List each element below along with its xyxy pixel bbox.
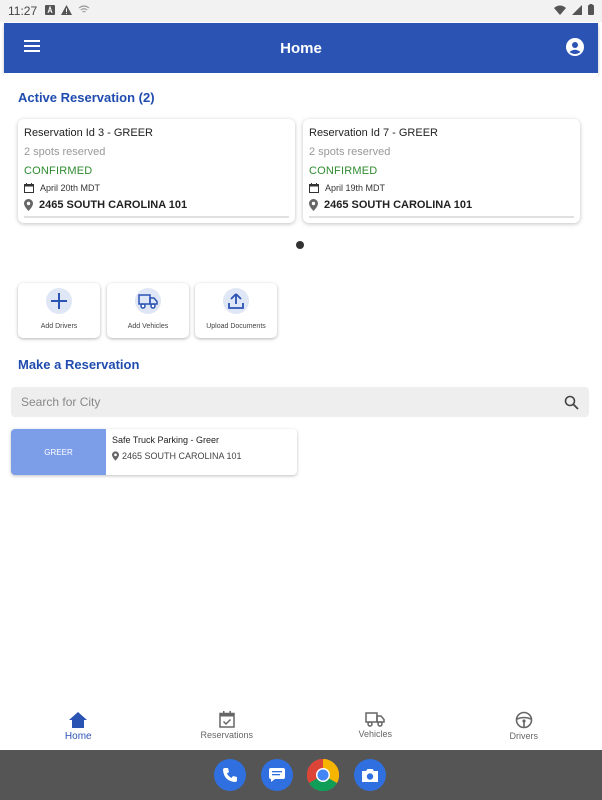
camera-icon <box>362 768 378 782</box>
truck-icon <box>365 712 385 727</box>
parking-result-card[interactable]: GREER Safe Truck Parking - Greer 2465 SO… <box>11 429 297 475</box>
page-title: Home <box>280 39 322 57</box>
add-drivers-label: Add Drivers <box>40 323 78 330</box>
parking-name: Safe Truck Parking - Greer <box>112 435 220 445</box>
nav-label-drivers: Drivers <box>509 731 539 741</box>
calendar-icon <box>309 183 319 193</box>
upload-documents-label: Upload Documents <box>206 323 266 330</box>
reservation-title: Reservation Id 7 - GREER <box>309 127 438 139</box>
reservation-card[interactable]: Reservation Id 7 - GREER 2 spots reserve… <box>303 119 580 223</box>
battery-icon <box>588 4 594 18</box>
active-reservation-heading: Active Reservation (2) <box>18 90 155 105</box>
city-search-box <box>11 387 589 417</box>
status-bar: 11:27 <box>0 0 602 22</box>
main-content: Active Reservation (2) Reservation Id 3 … <box>4 73 598 707</box>
system-dock <box>0 750 602 800</box>
hamburger-icon <box>24 40 40 52</box>
app-bar: Home <box>4 23 598 73</box>
nav-item-drivers[interactable]: Drivers <box>450 707 599 749</box>
calendar-icon <box>24 183 34 193</box>
truck-icon <box>135 288 161 314</box>
upload-icon <box>223 288 249 314</box>
nav-label-reservations: Reservations <box>200 730 254 740</box>
wifi-icon <box>554 4 566 18</box>
phone-icon <box>223 768 237 782</box>
status-time: 11:27 <box>8 4 38 18</box>
account-circle-icon <box>566 38 584 56</box>
nav-label-vehicles: Vehicles <box>358 729 393 739</box>
nav-label-home: Home <box>64 731 92 742</box>
reservation-spots: 2 spots reserved <box>309 146 391 158</box>
reservation-spots: 2 spots reserved <box>24 146 106 158</box>
reservation-status: CONFIRMED <box>309 165 378 177</box>
steering-wheel-icon <box>515 711 533 729</box>
carousel-page-indicator[interactable] <box>296 241 304 249</box>
upload-documents-button[interactable]: Upload Documents <box>195 283 277 338</box>
make-reservation-heading: Make a Reservation <box>18 357 140 372</box>
messages-app-icon[interactable] <box>261 759 293 791</box>
parking-thumbnail: GREER <box>11 429 106 475</box>
reservation-title: Reservation Id 3 - GREER <box>24 127 153 139</box>
account-button[interactable] <box>566 38 586 58</box>
wifi-off-icon <box>78 4 90 18</box>
reservation-date: April 19th MDT <box>325 183 386 193</box>
chrome-icon <box>307 759 339 791</box>
add-vehicles-button[interactable]: Add Vehicles <box>107 283 189 338</box>
home-icon <box>69 712 88 728</box>
reservation-card[interactable]: Reservation Id 3 - GREER 2 spots reserve… <box>18 119 295 223</box>
add-drivers-button[interactable]: Add Drivers <box>18 283 100 338</box>
search-icon[interactable] <box>564 395 579 410</box>
chrome-app-icon[interactable] <box>307 759 339 791</box>
reservation-address: 2465 SOUTH CAROLINA 101 <box>324 199 473 211</box>
bottom-navigation: Home Reservations Vehicles Drivers <box>4 707 598 749</box>
reservation-address: 2465 SOUTH CAROLINA 101 <box>39 199 188 211</box>
location-pin-icon <box>309 199 318 211</box>
warning-icon <box>61 4 73 18</box>
messages-icon <box>269 768 285 782</box>
reservation-date: April 20th MDT <box>40 183 101 193</box>
camera-app-icon[interactable] <box>354 759 386 791</box>
location-pin-icon <box>112 451 119 461</box>
add-vehicles-label: Add Vehicles <box>127 323 169 330</box>
nav-item-vehicles[interactable]: Vehicles <box>301 707 450 749</box>
menu-button[interactable] <box>24 39 42 57</box>
card-divider <box>309 216 574 218</box>
card-divider <box>24 216 289 218</box>
nav-item-reservations[interactable]: Reservations <box>153 707 302 749</box>
parking-address: 2465 SOUTH CAROLINA 101 <box>122 451 242 461</box>
signal-icon <box>572 4 582 18</box>
city-search-input[interactable] <box>21 395 564 409</box>
phone-app-icon[interactable] <box>214 759 246 791</box>
notification-a-icon <box>45 4 56 18</box>
location-pin-icon <box>24 199 33 211</box>
calendar-check-icon <box>219 711 235 728</box>
plus-icon <box>46 288 72 314</box>
nav-item-home[interactable]: Home <box>4 707 153 749</box>
reservation-status: CONFIRMED <box>24 165 93 177</box>
